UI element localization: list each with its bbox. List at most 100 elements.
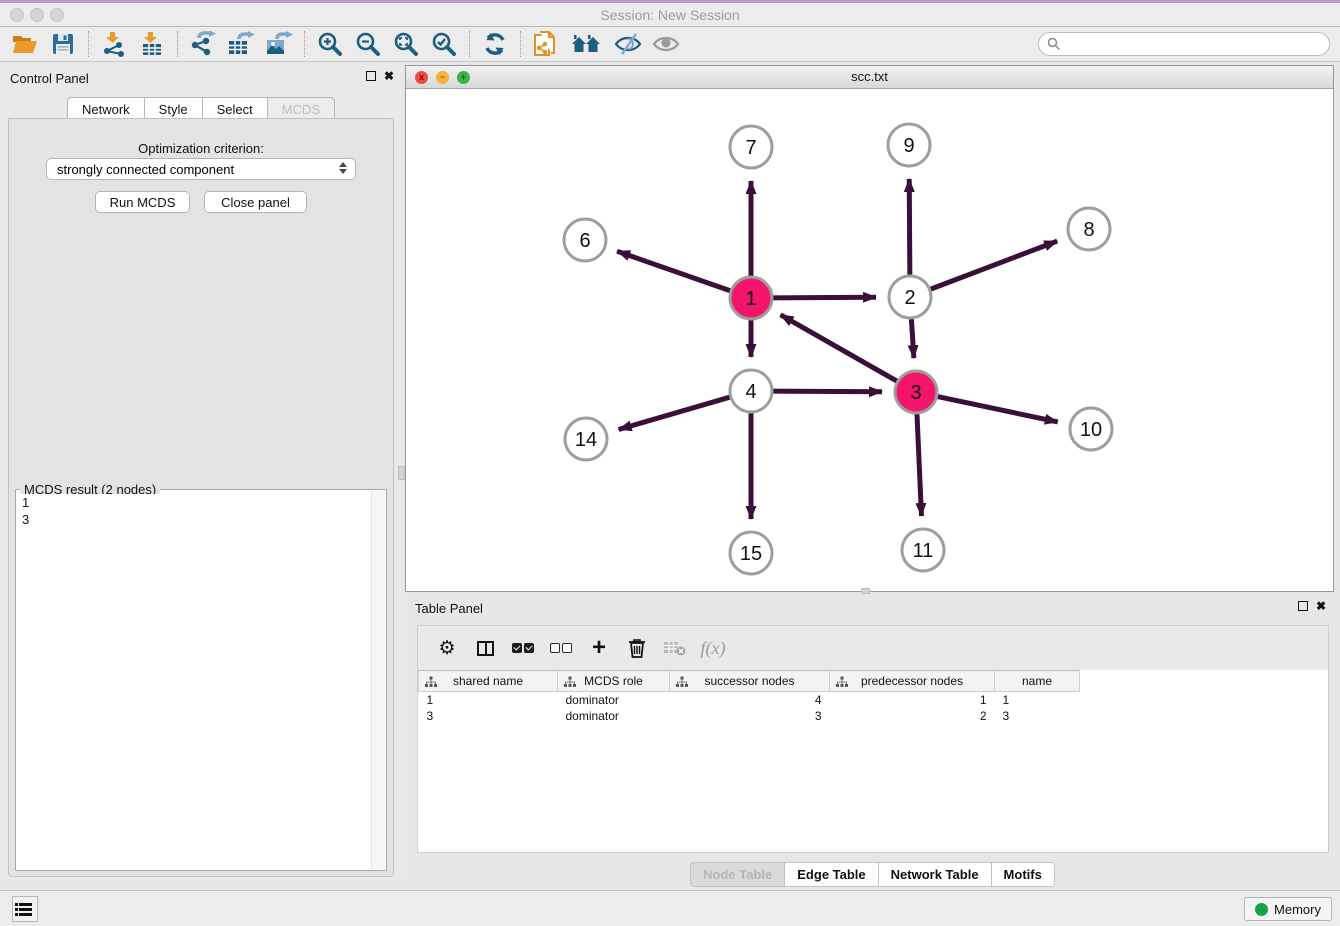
mcds-result-text[interactable]: 13 (18, 494, 370, 868)
table-toolbar: ⚙ + f(x) (418, 626, 1328, 670)
graph-node-label: 9 (903, 135, 914, 157)
open-session-icon[interactable] (8, 29, 42, 59)
zoom-out-icon[interactable] (351, 29, 385, 59)
export-image-icon[interactable] (262, 29, 296, 59)
save-session-icon[interactable] (46, 29, 80, 59)
tab-node-table[interactable]: Node Table (690, 862, 784, 887)
table-cell[interactable]: 1 (995, 692, 1080, 708)
hide-selected-icon[interactable] (611, 29, 645, 59)
control-panel-header: Control Panel ✖ (0, 65, 402, 91)
show-all-icon[interactable] (649, 29, 683, 59)
export-network-icon[interactable] (186, 29, 220, 59)
zoom-fit-icon[interactable] (389, 29, 423, 59)
refresh-icon[interactable] (478, 29, 512, 59)
float-panel-icon[interactable] (366, 71, 376, 81)
column-header-shared-name[interactable]: shared name (419, 671, 558, 692)
mcds-result-line: 3 (22, 511, 370, 528)
criterion-dropdown[interactable]: strongly connected component (46, 158, 356, 180)
table-row[interactable]: 1dominator411 (419, 692, 1329, 708)
table-cell[interactable]: 3 (419, 708, 558, 724)
show-column-pane-icon[interactable] (470, 633, 500, 663)
column-header-predecessor-nodes[interactable]: predecessor nodes (830, 671, 995, 692)
column-header-mcds-role[interactable]: MCDS role (558, 671, 670, 692)
task-history-button[interactable] (12, 896, 38, 922)
clone-network-icon[interactable] (529, 29, 563, 59)
table-cell-filler (1080, 708, 1329, 724)
column-header-name[interactable]: name (995, 671, 1080, 692)
graph-edge-2-9[interactable] (909, 179, 910, 278)
graph-edge-2-8[interactable] (928, 241, 1057, 290)
graph-node-label: 7 (745, 137, 756, 159)
search-input[interactable] (1065, 37, 1329, 52)
column-tree-icon (425, 676, 437, 688)
network-graph-canvas[interactable]: 7968124314101511 (406, 89, 1333, 591)
graph-edge-3-11[interactable] (917, 411, 922, 516)
graph-node-label: 10 (1080, 419, 1102, 441)
graph-edge-3-10[interactable] (935, 396, 1058, 422)
mcds-tab-content: Optimization criterion: strongly connect… (8, 118, 394, 877)
close-panel-icon[interactable]: ✖ (384, 71, 394, 81)
graph-node-label: 11 (913, 540, 934, 562)
delete-table-icon[interactable] (660, 633, 690, 663)
close-panel-button[interactable]: Close panel (204, 191, 307, 213)
tab-edge-table[interactable]: Edge Table (784, 862, 877, 887)
table-settings-gear-icon[interactable]: ⚙ (432, 633, 462, 663)
status-bar: Memory (0, 890, 1340, 926)
first-neighbors-icon[interactable] (567, 29, 607, 59)
control-panel-title: Control Panel (10, 71, 89, 86)
table-cell[interactable]: dominator (558, 692, 670, 708)
zoom-selected-icon[interactable] (427, 29, 461, 59)
search-field[interactable] (1038, 32, 1330, 56)
function-builder-icon: f(x) (698, 633, 728, 663)
network-window-titlebar[interactable]: x − + scc.txt (406, 66, 1333, 89)
tab-network-table[interactable]: Network Table (878, 862, 991, 887)
export-table-icon[interactable] (224, 29, 258, 59)
graph-edge-3-1[interactable] (781, 315, 900, 383)
memory-button[interactable]: Memory (1244, 897, 1332, 921)
table-cell[interactable]: 3 (670, 708, 830, 724)
mcds-result-scrollbar[interactable] (371, 491, 385, 869)
graph-edge-1-2[interactable] (770, 297, 876, 298)
zoom-in-icon[interactable] (313, 29, 347, 59)
toolbar-separator (304, 31, 305, 57)
table-row[interactable]: 3dominator323 (419, 708, 1329, 724)
import-table-icon[interactable] (135, 29, 169, 59)
table-cell[interactable]: 2 (830, 708, 995, 724)
table-panel: Table Panel ✖ ⚙ + f(x) (405, 595, 1340, 890)
toolbar-separator (520, 31, 521, 57)
window-titlebar: Session: New Session (0, 0, 1340, 27)
select-all-columns-icon[interactable] (508, 633, 538, 663)
splitter-handle-horizontal[interactable] (861, 588, 870, 594)
graph-node-label: 6 (579, 230, 590, 252)
table-cell[interactable]: dominator (558, 708, 670, 724)
column-header-successor-nodes[interactable]: successor nodes (670, 671, 830, 692)
graph-edge-2-3[interactable] (911, 316, 914, 358)
unselect-all-columns-icon[interactable] (546, 633, 576, 663)
graph-edge-4-14[interactable] (619, 396, 733, 429)
import-network-icon[interactable] (97, 29, 131, 59)
table-panel-title: Table Panel (415, 601, 483, 616)
memory-label: Memory (1274, 902, 1321, 917)
network-window-title: scc.txt (406, 69, 1333, 84)
add-column-icon[interactable]: + (584, 633, 614, 663)
float-panel-icon[interactable] (1298, 601, 1308, 611)
application-window: Session: New Session (0, 0, 1340, 926)
node-table-container: ⚙ + f(x) shared name MCDS role (417, 625, 1329, 853)
run-mcds-button[interactable]: Run MCDS (95, 191, 190, 213)
table-cell[interactable]: 4 (670, 692, 830, 708)
delete-column-icon[interactable] (622, 633, 652, 663)
network-view-window: x − + scc.txt 7968124314101511 (405, 65, 1334, 592)
toolbar-separator (469, 31, 470, 57)
table-cell[interactable]: 1 (830, 692, 995, 708)
close-panel-icon[interactable]: ✖ (1316, 601, 1326, 611)
mcds-result-group: MCDS result (2 nodes) 13 (15, 489, 387, 871)
graph-edge-1-6[interactable] (617, 251, 733, 292)
graph-node-label: 15 (740, 543, 762, 565)
table-cell[interactable]: 3 (995, 708, 1080, 724)
dropdown-stepper-icon (339, 162, 347, 174)
graph-edge-4-3[interactable] (770, 391, 882, 392)
list-icon (19, 903, 32, 916)
splitter-handle-vertical[interactable] (398, 466, 405, 480)
table-cell[interactable]: 1 (419, 692, 558, 708)
tab-motifs[interactable]: Motifs (991, 862, 1055, 887)
